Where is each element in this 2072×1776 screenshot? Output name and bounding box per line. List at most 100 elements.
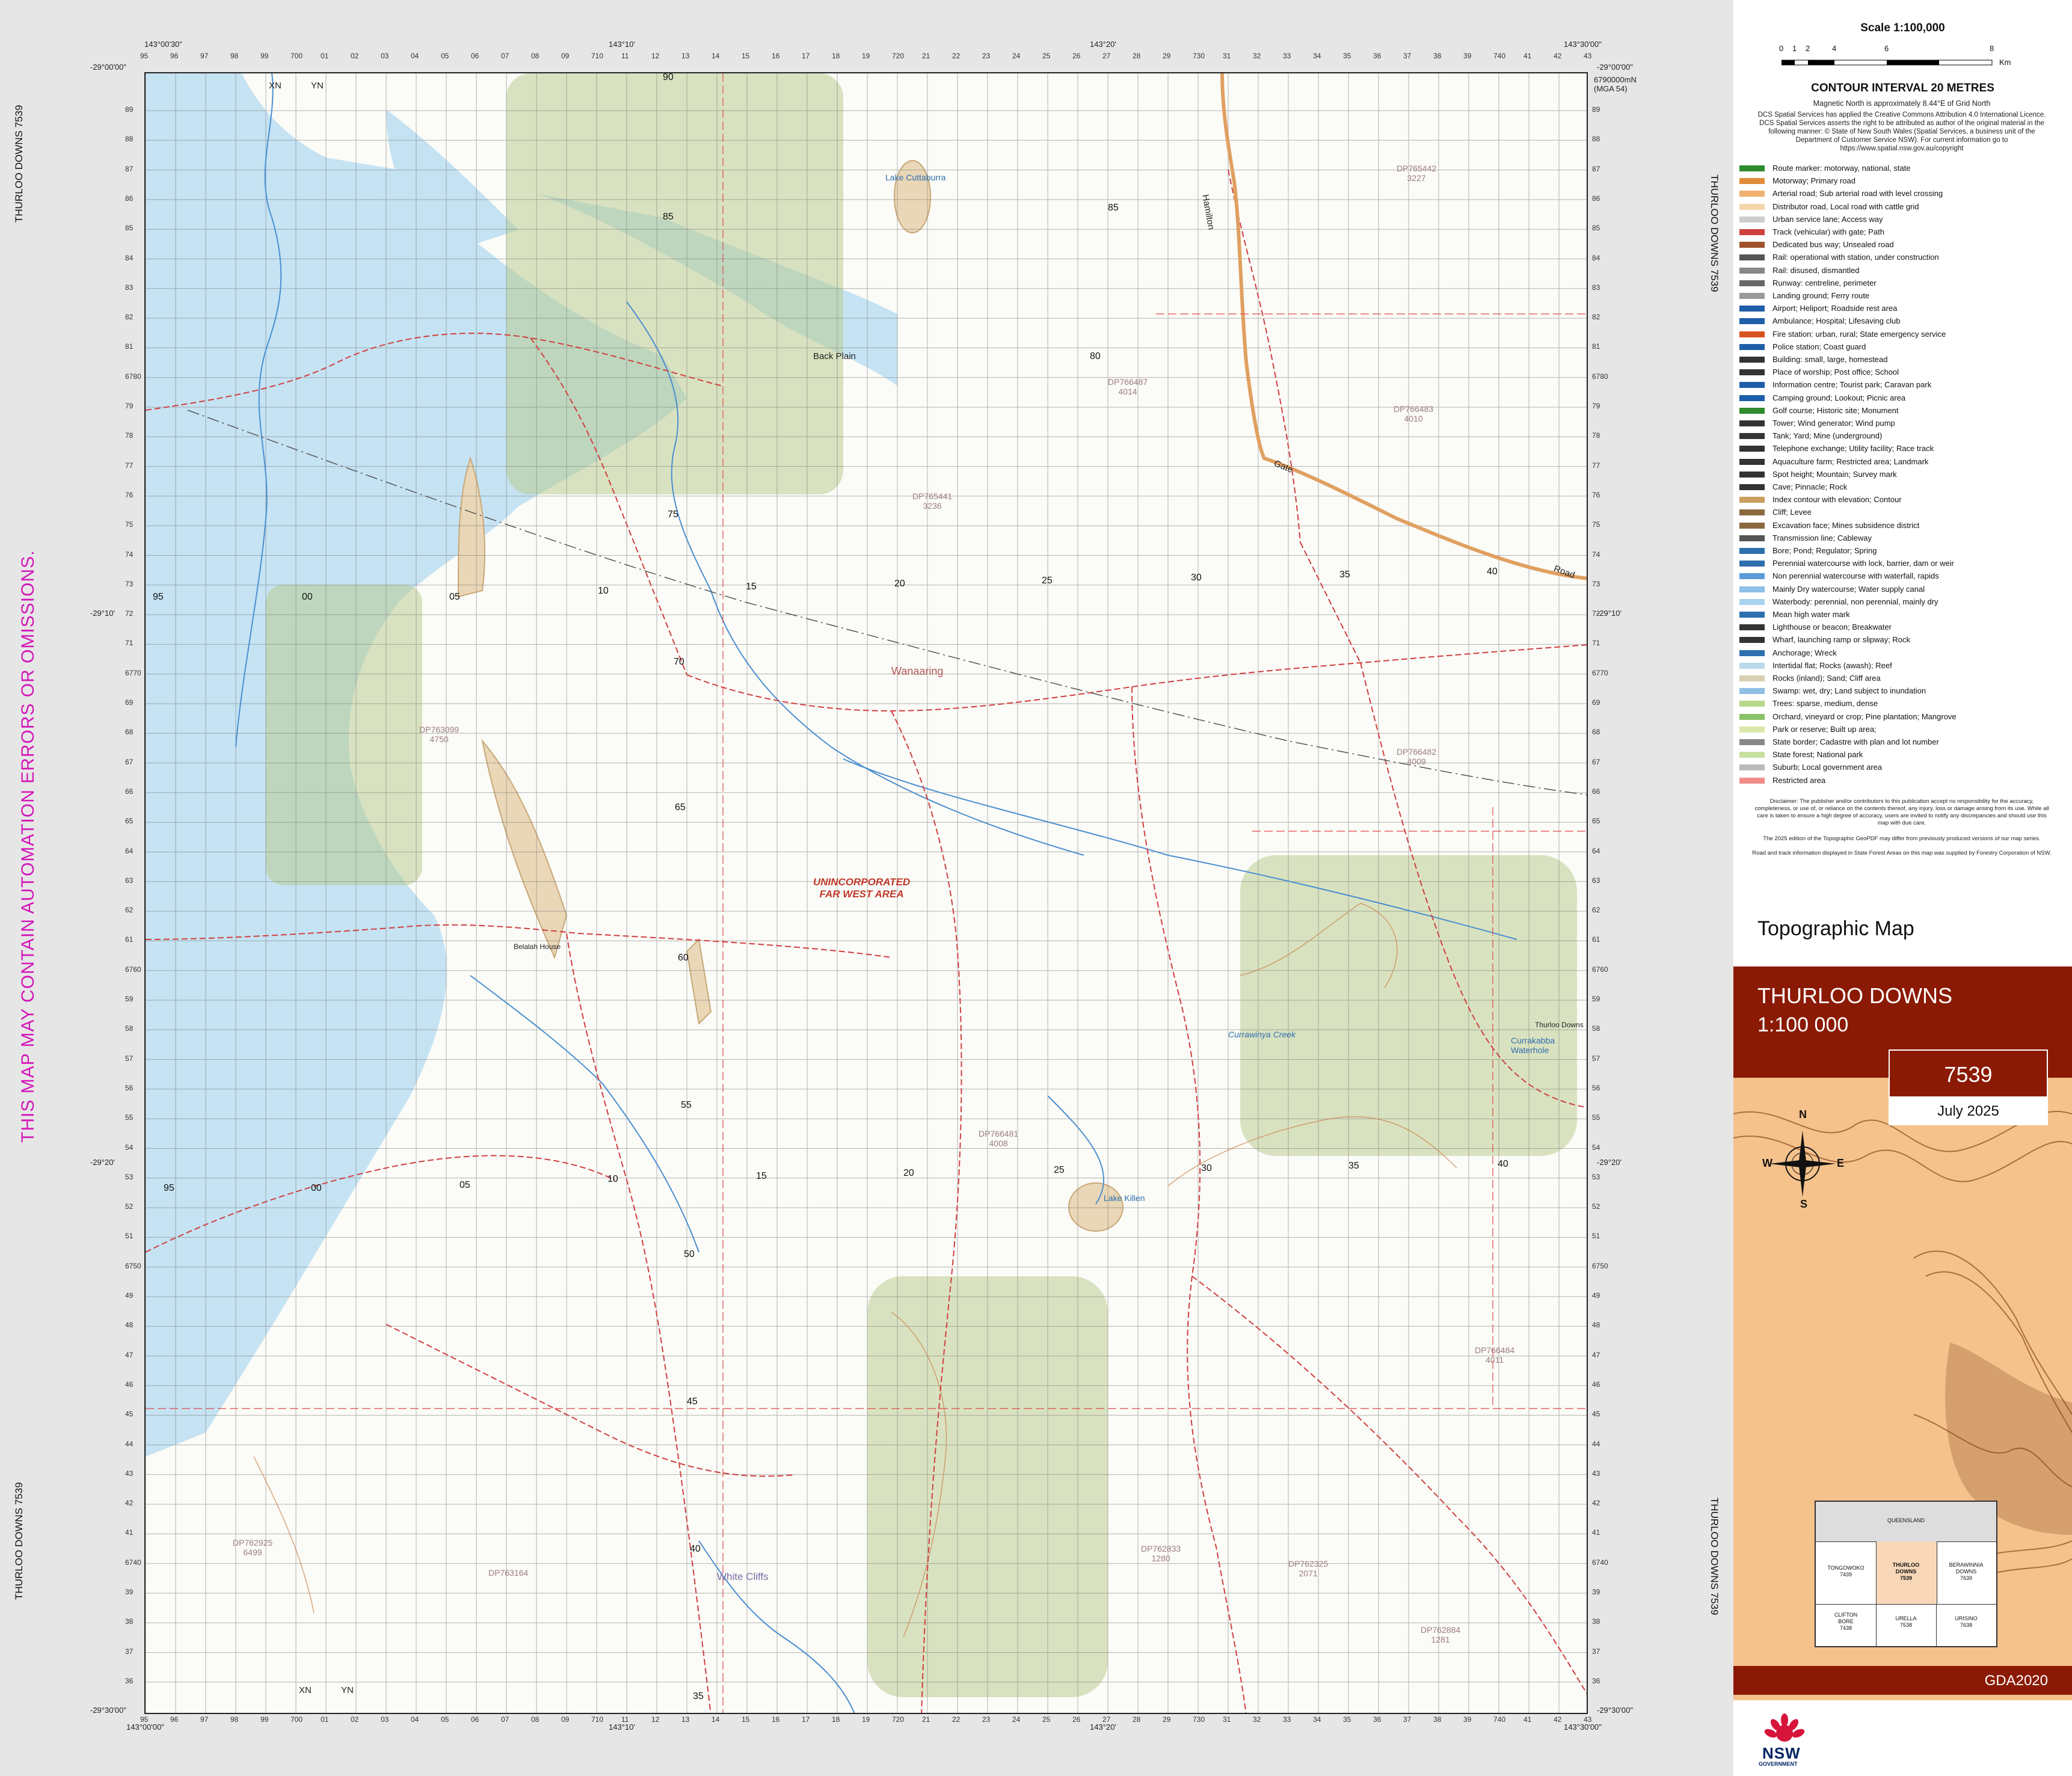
corner-top-left-lat: -29°00'00" [90, 63, 127, 72]
bottom-easting-tick: 23 [982, 1715, 991, 1724]
nsw-wordmark: NSW [1762, 1744, 1801, 1762]
top-easting-tick: 12 [651, 52, 660, 60]
top-easting-tick: 22 [952, 52, 961, 60]
lat-10-right: -29°10' [1597, 609, 1622, 618]
legend-symbol [1739, 267, 1765, 274]
nsw-government-logo: NSW GOVERNMENT [1757, 1713, 1812, 1770]
left-northing-tick: 6740 [125, 1558, 141, 1567]
scale-title: Scale 1:100,000 [1860, 22, 1945, 34]
compass-n: N [1799, 1108, 1807, 1120]
left-northing-tick: 46 [125, 1380, 134, 1389]
bottom-easting-tick: 39 [1463, 1715, 1472, 1724]
col-label-15: 15 [746, 582, 757, 592]
left-northing-tick: 72 [125, 609, 134, 618]
salt-lake-central [686, 938, 712, 1025]
bottom-easting-tick: 21 [922, 1715, 930, 1724]
compass-w: W [1762, 1157, 1772, 1169]
left-northing-tick: 79 [125, 402, 134, 410]
left-northing-tick: 52 [125, 1202, 134, 1211]
col-label-20-south: 20 [903, 1168, 914, 1178]
legend-label: Park or reserve; Built up area; [1772, 724, 1877, 734]
legend-label: State forest; National park [1772, 750, 1863, 760]
legend-symbol [1739, 343, 1765, 350]
nsw-government-text: GOVERNMENT [1759, 1761, 1798, 1767]
left-northing-tick: 39 [125, 1588, 134, 1596]
lake-cuttaburra-label[interactable]: Lake Cuttaburra [885, 173, 945, 182]
bottom-easting-tick: 19 [862, 1715, 870, 1724]
map-canvas[interactable]: XN YN XN YN Back Plain Wanaaring UNINCOR… [144, 72, 1588, 1714]
left-northing-tick: 85 [125, 224, 134, 233]
legend-label: Track (vehicular) with gate; Path [1772, 227, 1884, 236]
scale-tick-label: 1 [1792, 44, 1797, 53]
currawinya-creek-label[interactable]: Currawinya Creek [1228, 1030, 1296, 1039]
bottom-easting-tick: 15 [742, 1715, 750, 1724]
grid-zone-xn-bottom: XN [299, 1685, 312, 1695]
wanaaring-label[interactable]: Wanaaring [891, 665, 943, 678]
left-bottom-sheet-label: THURLOO DOWNS 7539 [13, 1482, 25, 1600]
top-easting-tick: 09 [561, 52, 570, 60]
legend-item: Route marker: motorway, national, state [1739, 164, 1911, 174]
magnetic-north-note: Magnetic North is approximately 8.44°E o… [1813, 99, 1991, 108]
legend-item: Mean high water mark [1739, 610, 1850, 621]
left-northing-tick: 6750 [125, 1261, 141, 1270]
white-cliffs-label[interactable]: White Cliffs [717, 1571, 769, 1583]
unincorporated-area-label: UNINCORPORATED FAR WEST AREA [813, 876, 910, 900]
legend-item: Camping ground; Lookout; Picnic area [1739, 393, 1905, 404]
legend-symbol [1739, 407, 1765, 414]
legend-symbol [1739, 280, 1765, 286]
lake-killen-label[interactable]: Lake Killen [1104, 1193, 1145, 1203]
top-easting-tick: 06 [471, 52, 479, 60]
grid-zone-xn-top: XN [269, 81, 281, 91]
left-northing-tick: 89 [125, 105, 134, 114]
compass-rose-icon [1769, 1131, 1836, 1197]
bottom-easting-tick: 29 [1163, 1715, 1171, 1724]
legend-label: Index contour with elevation; Contour [1772, 495, 1902, 505]
legend-symbol [1739, 446, 1765, 452]
thurloo-downs-label[interactable]: Thurloo Downs [1535, 1021, 1584, 1029]
right-northing-tick: 47 [1592, 1350, 1600, 1359]
grid-label-75: 75 [668, 509, 678, 520]
legend-item: Fire station: urban, rural; State emerge… [1739, 330, 1946, 340]
legend-label: Mean high water mark [1772, 610, 1850, 619]
col-label-95: 95 [153, 592, 164, 602]
top-easting-tick: 33 [1283, 52, 1291, 60]
map-name: THURLOO DOWNS [1757, 983, 1952, 1008]
left-northing-tick: 56 [125, 1083, 134, 1092]
legend-item: Park or reserve; Built up area; [1739, 724, 1877, 736]
northing-top-right: 6790000mN [1594, 75, 1637, 84]
legend-symbol [1739, 395, 1765, 401]
top-easting-tick: 27 [1102, 52, 1111, 60]
currakabba-waterhole-label[interactable]: Currakabba Waterhole [1511, 1036, 1587, 1055]
left-northing-tick: 51 [125, 1232, 134, 1241]
lot-dp763099: DP763099 4750 [419, 725, 460, 744]
top-easting-tick: 17 [802, 52, 810, 60]
lot-dp766487: DP766487 4014 [1108, 377, 1148, 396]
back-plain-label[interactable]: Back Plain [813, 351, 856, 361]
lat-10-left: -29°10' [90, 609, 115, 618]
top-easting-tick: 28 [1133, 52, 1141, 60]
col-label-05-south: 05 [460, 1180, 470, 1190]
top-easting-tick: 18 [832, 52, 840, 60]
corner-bottom-right-lat: -29°30'00" [1597, 1706, 1634, 1715]
left-northing-tick: 49 [125, 1291, 134, 1300]
right-bottom-sheet-label: THURLOO DOWNS 7539 [1709, 1498, 1720, 1615]
right-northing-tick: 6760 [1592, 965, 1608, 974]
left-northing-tick: 71 [125, 639, 134, 648]
bottom-easting-tick: 14 [712, 1715, 720, 1724]
right-northing-tick: 44 [1592, 1439, 1600, 1448]
legend-label: Trees: sparse, medium, dense [1772, 699, 1878, 708]
legend-label: Wharf, launching ramp or slipway; Rock [1772, 635, 1911, 645]
right-northing-tick: 45 [1592, 1410, 1600, 1419]
legend-label: Route marker: motorway, national, state [1772, 164, 1911, 173]
legend-item: Runway: centreline, perimeter [1739, 278, 1877, 289]
legend-symbol [1739, 522, 1765, 529]
top-easting-tick: 99 [260, 52, 269, 60]
grid-label-50: 50 [684, 1249, 695, 1259]
belalah-house-label[interactable]: Belalah House [514, 942, 561, 951]
inset-tongowoko: TONGOWOKO 7439 [1827, 1565, 1864, 1578]
disclaimer: Disclaimer: The publisher and/or contrib… [1754, 798, 2049, 826]
bottom-easting-tick: 16 [772, 1715, 780, 1724]
corner-bottom-right-lon: 143°30'00" [1564, 1722, 1602, 1731]
legend-item: Suburb; Local government area [1739, 763, 1882, 773]
lot-dp763164: DP763164 [488, 1568, 529, 1578]
